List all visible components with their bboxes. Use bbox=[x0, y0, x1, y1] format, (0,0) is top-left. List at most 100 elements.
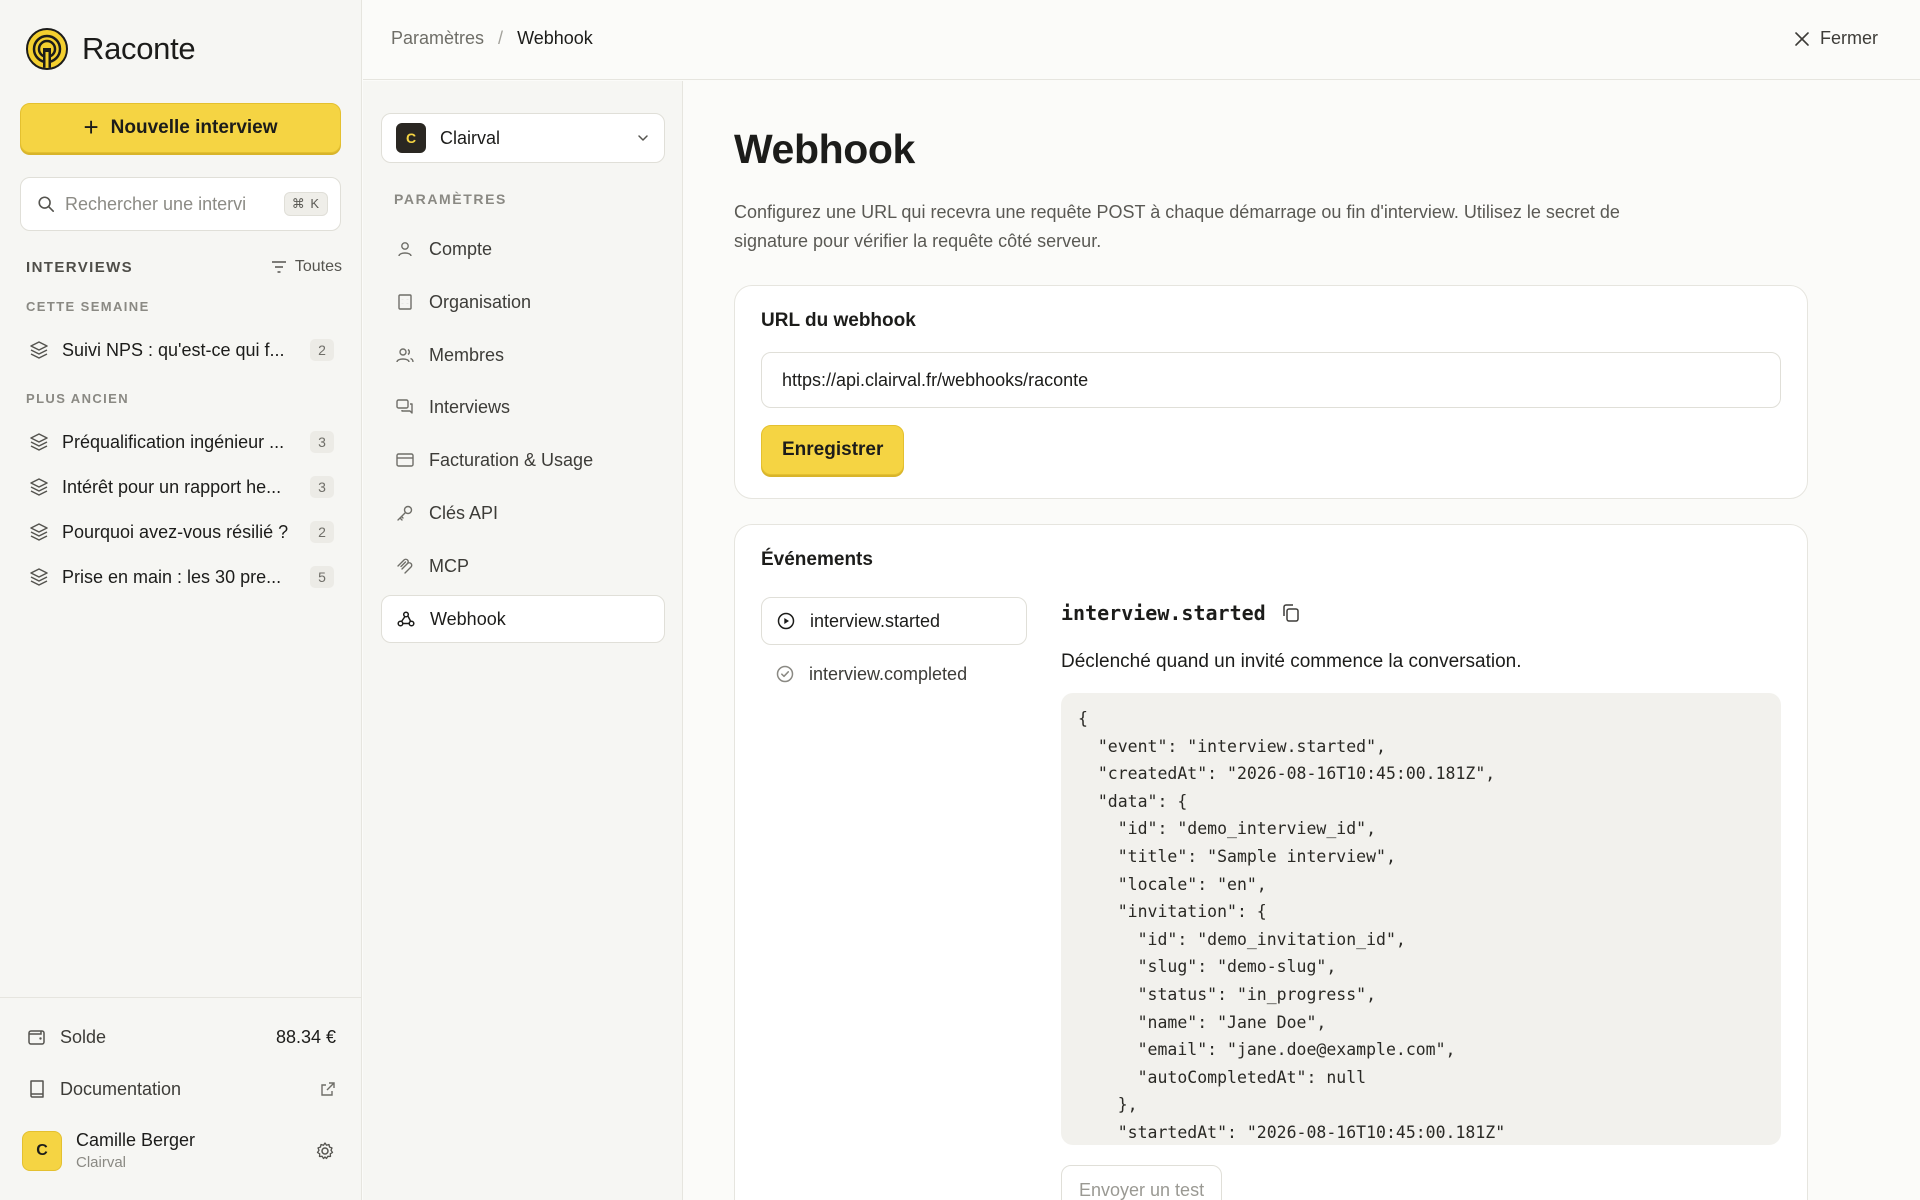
plus-icon: + bbox=[83, 111, 99, 142]
events-title: Événements bbox=[761, 549, 873, 570]
interview-title: Préqualification ingénieur ... bbox=[62, 431, 285, 452]
selected-event-name: interview.started bbox=[1061, 601, 1266, 625]
copy-icon[interactable] bbox=[1280, 602, 1302, 624]
interview-title: Pourquoi avez-vous résilié ? bbox=[62, 521, 289, 542]
webhook-url-card: URL du webhook Enregistrer bbox=[734, 285, 1808, 499]
gear-icon[interactable] bbox=[314, 1140, 336, 1162]
payload-json: { "event": "interview.started", "created… bbox=[1078, 709, 1506, 1142]
documentation-link[interactable]: Documentation bbox=[26, 1078, 336, 1100]
user-icon bbox=[398, 242, 412, 257]
settings-heading: PARAMÈTRES bbox=[394, 191, 507, 207]
avatar: C bbox=[22, 1130, 62, 1171]
org-badge: C bbox=[396, 123, 426, 153]
save-button[interactable]: Enregistrer bbox=[761, 425, 905, 475]
interview-count-badge: 3 bbox=[310, 476, 334, 498]
interview-item[interactable]: Préqualification ingénieur ... 3 bbox=[20, 422, 342, 462]
search-input[interactable] bbox=[65, 193, 284, 215]
nav-label: Organisation bbox=[429, 291, 532, 312]
settings-nav-item-webhook[interactable]: Webhook bbox=[381, 595, 665, 643]
layers-icon bbox=[30, 341, 48, 359]
event-label: interview.started bbox=[810, 610, 941, 631]
sidebar: Raconte + Nouvelle interview ⌘ K INTERVI… bbox=[0, 0, 362, 1200]
filter-button[interactable]: Toutes bbox=[271, 258, 342, 276]
new-interview-button[interactable]: + Nouvelle interview bbox=[20, 103, 341, 153]
interview-title: Suivi NPS : qu'est-ce qui f... bbox=[62, 339, 285, 360]
settings-nav-item-members[interactable]: Membres bbox=[381, 331, 665, 379]
nav-label: MCP bbox=[429, 555, 469, 576]
nav-label: Facturation & Usage bbox=[429, 449, 594, 470]
org-name: Clairval bbox=[440, 127, 501, 148]
layers-icon bbox=[30, 523, 48, 541]
user-profile[interactable]: C Camille Berger Clairval bbox=[22, 1130, 336, 1171]
interview-title: Intérêt pour un rapport he... bbox=[62, 476, 282, 497]
event-item-started[interactable]: interview.started bbox=[761, 597, 1027, 645]
balance-label: Solde bbox=[60, 1026, 107, 1047]
brand-name: Raconte bbox=[82, 31, 196, 66]
wallet-icon bbox=[28, 1030, 45, 1045]
interview-count-badge: 3 bbox=[310, 431, 334, 453]
settings-nav-item-billing[interactable]: Facturation & Usage bbox=[381, 436, 665, 484]
org-selector[interactable]: C Clairval bbox=[381, 113, 665, 163]
user-org: Clairval bbox=[76, 1154, 127, 1171]
balance-row[interactable]: Solde 88.34 € bbox=[26, 1026, 336, 1048]
filter-icon bbox=[271, 261, 286, 273]
send-test-button[interactable]: Envoyer un test bbox=[1061, 1165, 1223, 1200]
selected-event-header: interview.started bbox=[1061, 601, 1302, 625]
webhook-url-title: URL du webhook bbox=[761, 310, 916, 331]
user-name: Camille Berger bbox=[76, 1130, 196, 1150]
webhook-url-input[interactable] bbox=[761, 352, 1781, 408]
users-icon bbox=[396, 348, 414, 363]
interview-item[interactable]: Intérêt pour un rapport he... 3 bbox=[20, 467, 342, 507]
layers-icon bbox=[30, 433, 48, 451]
nav-label: Clés API bbox=[429, 502, 499, 523]
search-box: ⌘ K bbox=[20, 177, 341, 231]
book-icon bbox=[30, 1080, 44, 1098]
nav-label: Compte bbox=[429, 238, 493, 259]
layers-icon bbox=[30, 568, 48, 586]
settings-nav-item-interviews[interactable]: Interviews bbox=[381, 383, 665, 431]
close-button[interactable]: Fermer bbox=[1794, 28, 1878, 49]
main-content: Webhook Configurez une URL qui recevra u… bbox=[684, 81, 1920, 1200]
interview-item[interactable]: Prise en main : les 30 pre... 5 bbox=[20, 557, 342, 597]
check-circle-icon bbox=[776, 665, 794, 683]
interview-item[interactable]: Pourquoi avez-vous résilié ? 2 bbox=[20, 512, 342, 552]
event-label: interview.completed bbox=[809, 663, 968, 684]
nav-label: Webhook bbox=[430, 608, 506, 629]
chevron-down-icon bbox=[638, 135, 648, 141]
breadcrumb-separator: / bbox=[498, 28, 504, 48]
close-icon bbox=[1795, 31, 1809, 46]
selected-event-description: Déclenché quand un invité commence la co… bbox=[1061, 651, 1522, 672]
group-label-this-week: CETTE SEMAINE bbox=[26, 299, 150, 314]
raconte-logo-icon bbox=[26, 28, 68, 70]
breadcrumb-settings[interactable]: Paramètres bbox=[391, 28, 484, 49]
settings-nav-item-api-keys[interactable]: Clés API bbox=[381, 489, 665, 537]
brand[interactable]: Raconte bbox=[26, 28, 196, 70]
nav-label: Interviews bbox=[429, 396, 511, 417]
breadcrumb-current: Webhook bbox=[517, 28, 593, 48]
external-link-icon bbox=[321, 1082, 335, 1096]
interview-item[interactable]: Suivi NPS : qu'est-ce qui f... 2 bbox=[20, 330, 342, 370]
building-icon bbox=[398, 294, 412, 310]
chat-icon bbox=[396, 399, 413, 414]
interview-count-badge: 2 bbox=[310, 521, 334, 543]
page-description: Configurez une URL qui recevra une requê… bbox=[734, 202, 1620, 251]
card-icon bbox=[396, 453, 414, 467]
webhook-icon bbox=[397, 611, 415, 627]
search-shortcut-badge: ⌘ K bbox=[283, 192, 328, 216]
search-icon bbox=[38, 196, 55, 213]
interviews-section-label: INTERVIEWS bbox=[26, 258, 134, 276]
close-label: Fermer bbox=[1820, 28, 1878, 48]
top-bar: Paramètres / Webhook Fermer bbox=[363, 0, 1920, 80]
layers-icon bbox=[30, 478, 48, 496]
interview-title: Prise en main : les 30 pre... bbox=[62, 566, 282, 587]
interviews-section-header: INTERVIEWS Toutes bbox=[26, 258, 342, 276]
settings-nav-item-organisation[interactable]: Organisation bbox=[381, 278, 665, 326]
settings-nav-item-mcp[interactable]: MCP bbox=[381, 542, 665, 590]
new-interview-label: Nouvelle interview bbox=[110, 117, 278, 138]
settings-nav-item-account[interactable]: Compte bbox=[381, 225, 665, 273]
group-label-older: PLUS ANCIEN bbox=[26, 391, 130, 406]
page-title: Webhook bbox=[734, 126, 915, 172]
interview-count-badge: 5 bbox=[310, 566, 334, 588]
event-item-completed[interactable]: interview.completed bbox=[761, 650, 1027, 698]
settings-nav: C Clairval PARAMÈTRES Compte Organisatio… bbox=[363, 81, 683, 1200]
